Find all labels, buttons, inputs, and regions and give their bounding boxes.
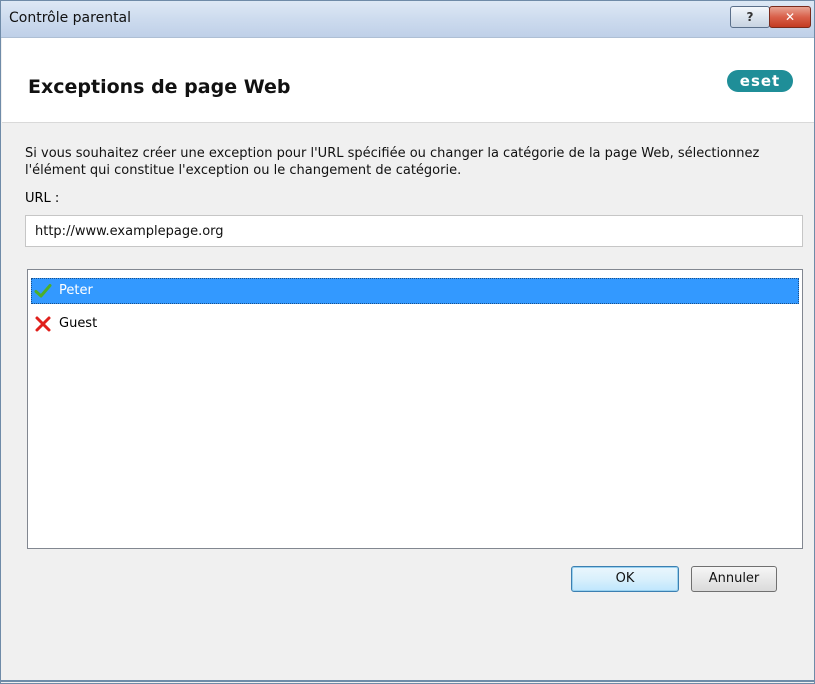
url-label: URL :: [25, 191, 60, 206]
url-field[interactable]: [25, 215, 803, 247]
dialog-header: Exceptions de page Web eset: [2, 38, 814, 123]
list-item-peter[interactable]: Peter: [31, 278, 799, 304]
user-list[interactable]: Peter Guest: [27, 269, 803, 549]
cross-icon: [35, 316, 51, 332]
list-item-label: Guest: [59, 316, 98, 331]
dialog-window: Contrôle parental ? ✕ Exceptions de page…: [0, 0, 815, 684]
description-text: Si vous souhaitez créer une exception po…: [25, 146, 760, 178]
title-bar[interactable]: Contrôle parental ? ✕: [1, 1, 814, 38]
help-button[interactable]: ?: [730, 6, 770, 28]
list-item-label: Peter: [59, 283, 93, 298]
window-bottom-border: [0, 680, 815, 682]
ok-button[interactable]: OK: [571, 566, 679, 592]
window-title: Contrôle parental: [9, 10, 132, 26]
close-icon: ✕: [784, 10, 796, 24]
close-button[interactable]: ✕: [769, 6, 811, 28]
cancel-button[interactable]: Annuler: [691, 566, 777, 592]
eset-logo: eset: [727, 70, 793, 92]
page-title: Exceptions de page Web: [28, 76, 291, 98]
list-item-guest[interactable]: Guest: [31, 311, 799, 337]
check-icon: [34, 284, 52, 298]
